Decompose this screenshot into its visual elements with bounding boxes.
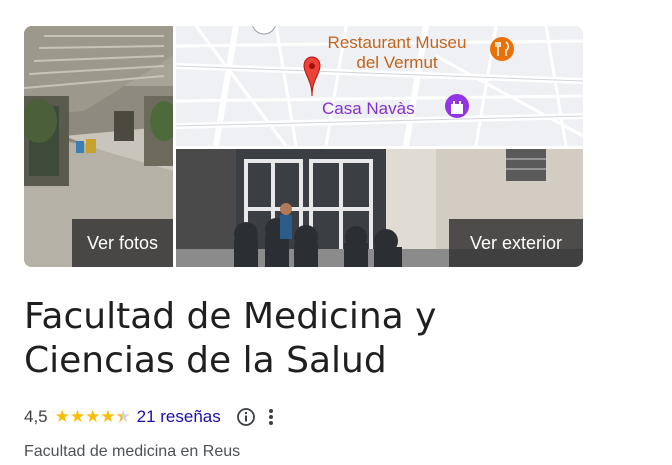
restaurant-name-line-2: del Vermut xyxy=(356,53,438,72)
place-category: Facultad de medicina en Reus xyxy=(24,443,241,460)
ver-exterior-button[interactable]: Ver exterior xyxy=(449,219,583,267)
map-preview[interactable]: Restaurant Museu del Vermut Casa Navàs xyxy=(176,26,583,146)
star-rating: ★ ★ ★ ★ ★★ xyxy=(54,407,131,427)
reviews-link[interactable]: 21 reseñas xyxy=(137,407,221,427)
rating-value: 4,5 xyxy=(24,407,48,426)
map-poi-landmark-label[interactable]: Casa Navàs xyxy=(322,99,415,119)
photo-tile-fotos[interactable]: Ver fotos xyxy=(24,26,173,267)
more-options-icon[interactable] xyxy=(265,406,277,428)
map-poi-restaurant-label[interactable]: Restaurant Museu del Vermut xyxy=(309,33,485,73)
place-title: Facultad de Medicina y Ciencias de la Sa… xyxy=(24,296,437,381)
ver-fotos-button[interactable]: Ver fotos xyxy=(72,219,173,267)
star-icon: ★ xyxy=(54,407,70,426)
media-gallery: Ver fotos Restaurant Museu del Vermut Ca… xyxy=(24,26,583,267)
restaurant-name-line-1: Restaurant Museu xyxy=(327,33,467,52)
half-star-icon: ★★ xyxy=(115,407,131,426)
info-icon[interactable] xyxy=(235,406,257,428)
rating-row: 4,5 ★ ★ ★ ★ ★★ 21 reseñas xyxy=(24,405,277,429)
photo-tile-exterior[interactable]: Ver exterior xyxy=(176,149,583,267)
star-icon: ★ xyxy=(100,407,116,426)
star-icon: ★ xyxy=(85,407,101,426)
restaurant-icon xyxy=(490,37,514,61)
star-icon: ★ xyxy=(69,407,86,426)
